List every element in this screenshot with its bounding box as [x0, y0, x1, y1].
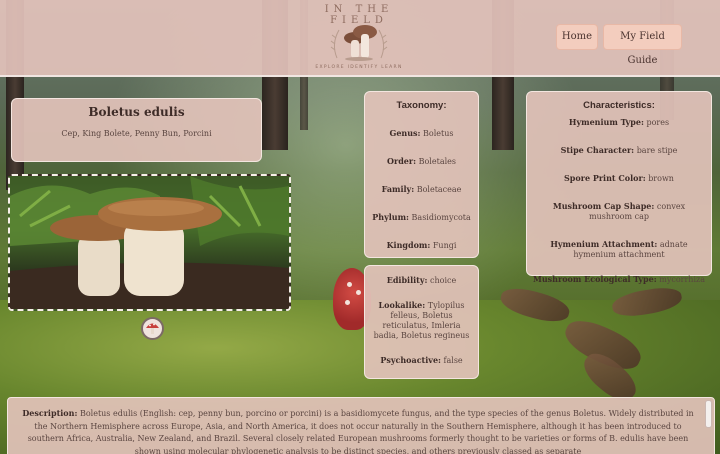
site-logo[interactable]: IN THE FIELD EXPLORE IDENTIFY LEARN [300, 2, 418, 74]
home-button[interactable]: Home [556, 24, 598, 50]
char-row-ecological-type: Mushroom Ecological Type: mycorrhiza [533, 274, 705, 284]
characteristics-heading: Characteristics: [583, 100, 655, 111]
taxonomy-card: Taxonomy: Genus: Boletus Order: Boletale… [364, 91, 479, 258]
taxonomy-row-order: Order: Boletales [387, 156, 456, 166]
mushroom-logo-icon [330, 25, 388, 61]
my-field-guide-button[interactable]: My Field Guide [603, 24, 682, 66]
characteristics-card: Characteristics: Hymenium Type: pores St… [526, 91, 712, 284]
char-row-hymenium-type: Hymenium Type: pores [568, 117, 670, 127]
mushroom-name-card: Boletus edulis Cep, King Bolete, Penny B… [11, 98, 262, 162]
logo-subtitle: EXPLORE IDENTIFY LEARN [315, 65, 403, 70]
description-scrollbar[interactable] [705, 400, 712, 428]
taxonomy-row-genus: Genus: Boletus [389, 128, 454, 138]
edibility-row: Edibility: choice [386, 275, 457, 285]
char-row-hymenium-attachment: Hymenium Attachment: adnate hymenium att… [550, 239, 688, 259]
edibility-card: Edibility: choice Lookalike: Tylopilus f… [364, 265, 479, 379]
description-panel[interactable]: Description: Boletus edulis (English: ce… [7, 397, 715, 454]
taxonomy-heading: Taxonomy: [396, 100, 447, 111]
description-text: Description: Boletus edulis (English: ce… [22, 408, 694, 454]
mushroom-icon [146, 323, 159, 334]
char-row-spore-print: Spore Print Color: brown [564, 173, 674, 183]
taxonomy-row-phylum: Phylum: Basidiomycota [372, 212, 471, 222]
site-header: IN THE FIELD EXPLORE IDENTIFY LEARN Home… [0, 0, 720, 77]
psychoactive-row: Psychoactive: false [380, 355, 463, 365]
common-names: Cep, King Bolete, Penny Bun, Porcini [61, 129, 212, 138]
mushroom-title: Boletus edulis [88, 105, 185, 119]
mushroom-photo [8, 174, 291, 311]
add-to-field-guide-button[interactable] [141, 317, 164, 340]
char-row-stipe-character: Stipe Character: bare stipe [560, 145, 678, 155]
taxonomy-row-kingdom: Kingdom: Fungi [386, 240, 457, 250]
taxonomy-row-family: Family: Boletaceae [381, 184, 462, 194]
lookalike-row: Lookalike: Tylopilus felleus, Boletus re… [373, 300, 470, 340]
char-row-cap-shape: Mushroom Cap Shape: convex mushroom cap [552, 201, 686, 221]
boletus-photo-illustration [10, 176, 289, 309]
